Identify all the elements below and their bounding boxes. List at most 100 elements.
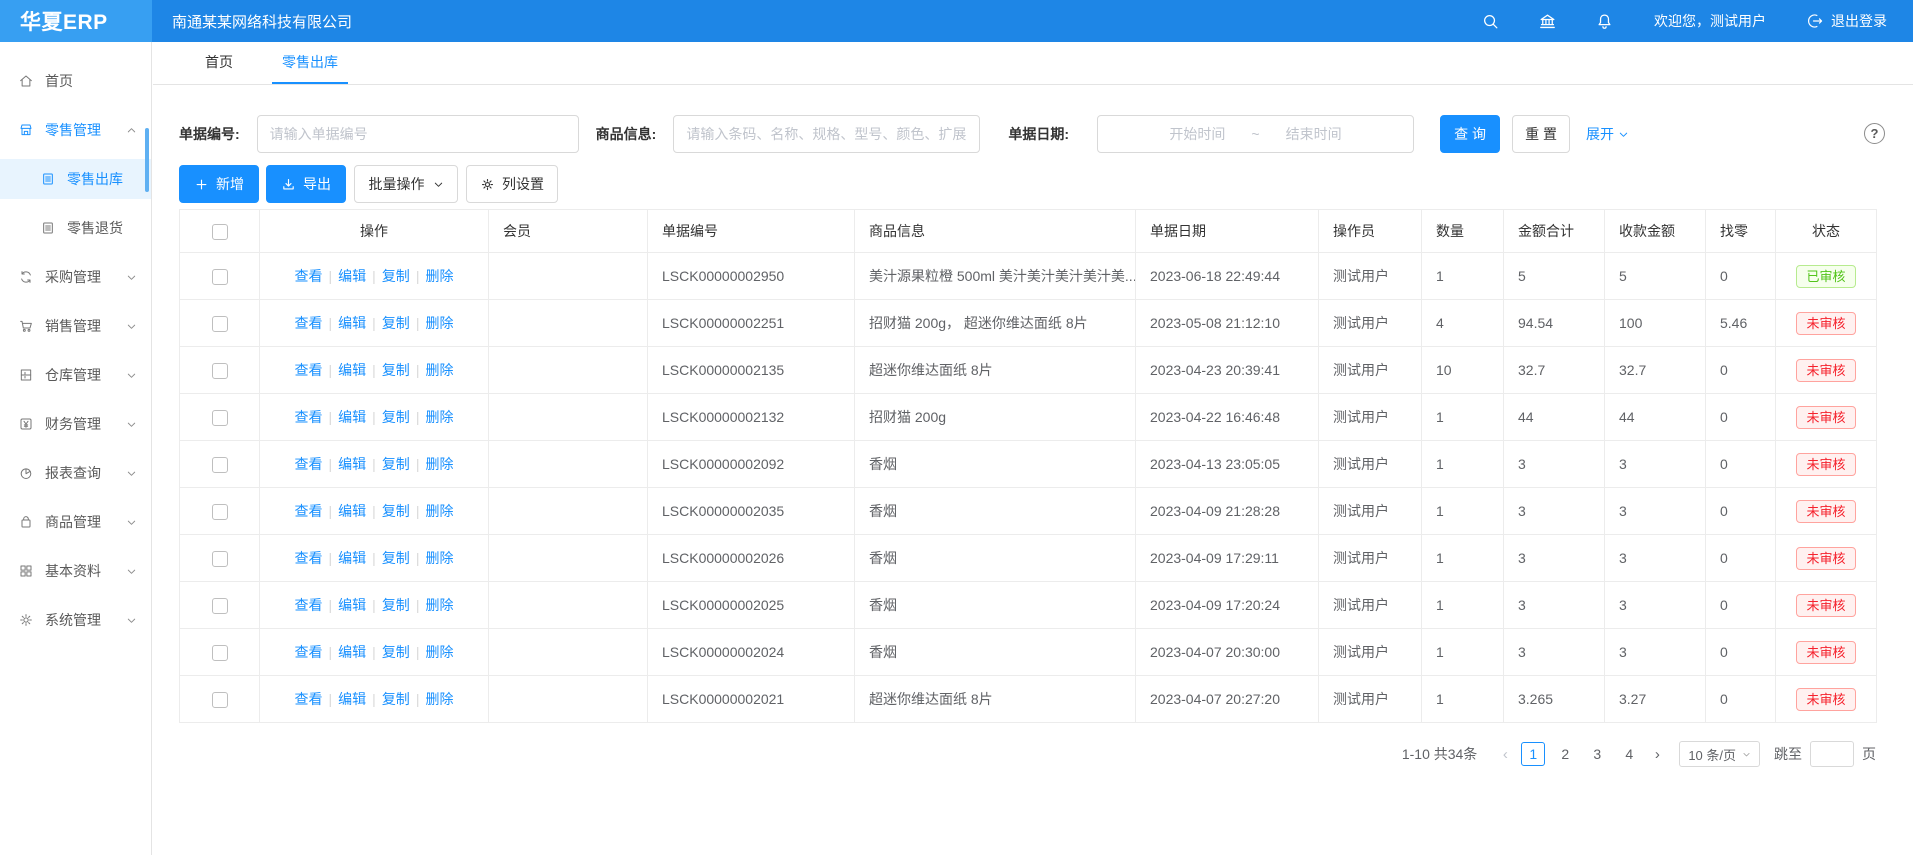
row-action-delete[interactable]: 删除 [425,456,453,472]
bell-icon[interactable] [1595,12,1614,31]
bill-no-input[interactable] [257,115,579,153]
download-icon [281,177,296,192]
batch-actions-button[interactable]: 批量操作 [354,165,458,203]
row-action-delete[interactable]: 删除 [425,315,453,331]
sidebar-scrollbar[interactable] [145,128,149,192]
row-checkbox[interactable] [212,692,228,708]
row-action-copy[interactable]: 复制 [382,644,410,660]
jump-page-input[interactable] [1810,741,1854,767]
row-action-delete[interactable]: 删除 [425,550,453,566]
row-checkbox[interactable] [212,410,228,426]
page-button-2[interactable]: 2 [1553,742,1577,766]
row-action-copy[interactable]: 复制 [382,315,410,331]
sidebar-item-system[interactable]: 系统管理 [0,600,151,640]
row-checkbox[interactable] [212,269,228,285]
column-header: 单据日期 [1136,210,1319,253]
row-checkbox[interactable] [212,551,228,567]
row-action-delete[interactable]: 删除 [425,409,453,425]
row-action-copy[interactable]: 复制 [382,691,410,707]
page-button-3[interactable]: 3 [1585,742,1609,766]
row-action-view[interactable]: 查看 [295,409,323,425]
export-button[interactable]: 导出 [266,165,346,203]
row-checkbox[interactable] [212,598,228,614]
search-icon[interactable] [1481,12,1500,31]
row-action-copy[interactable]: 复制 [382,550,410,566]
column-settings-button[interactable]: 列设置 [466,165,558,203]
sidebar-item-report[interactable]: 报表查询 [0,453,151,493]
sidebar-item-home[interactable]: 首页 [0,61,151,101]
sidebar-item-sale[interactable]: 销售管理 [0,306,151,346]
next-page-button[interactable]: › [1645,742,1669,766]
row-action-delete[interactable]: 删除 [425,268,453,284]
tab-1[interactable]: 零售出库 [272,42,348,84]
sidebar-item-goods[interactable]: 商品管理 [0,502,151,542]
row-action-view[interactable]: 查看 [295,456,323,472]
row-action-edit[interactable]: 编辑 [338,362,366,378]
row-action-view[interactable]: 查看 [295,644,323,660]
chevron-down-icon [126,517,137,528]
row-action-delete[interactable]: 删除 [425,691,453,707]
sidebar-item-basic[interactable]: 基本资料 [0,551,151,591]
sidebar-item-retail[interactable]: 零售管理 [0,110,151,150]
table-row: 查看|编辑|复制|删除LSCK00000002021超迷你维达面纸 8片2023… [180,676,1877,723]
row-action-edit[interactable]: 编辑 [338,597,366,613]
row-action-view[interactable]: 查看 [295,691,323,707]
status-badge: 未审核 [1796,500,1855,523]
bank-icon[interactable] [1538,12,1557,31]
row-checkbox[interactable] [212,457,228,473]
expand-link[interactable]: 展开 [1586,124,1629,144]
logout-button[interactable]: 退出登录 [1806,11,1887,31]
sidebar-subitem-retail-out[interactable]: 零售出库 [0,159,151,199]
row-checkbox[interactable] [212,504,228,520]
row-action-copy[interactable]: 复制 [382,503,410,519]
cell-operator: 测试用户 [1319,253,1422,300]
prev-page-button[interactable]: ‹ [1493,742,1517,766]
row-checkbox[interactable] [212,363,228,379]
sidebar-item-warehouse[interactable]: 仓库管理 [0,355,151,395]
row-action-view[interactable]: 查看 [295,597,323,613]
row-action-view[interactable]: 查看 [295,550,323,566]
cell-paid: 44 [1605,394,1706,441]
row-action-edit[interactable]: 编辑 [338,550,366,566]
row-action-view[interactable]: 查看 [295,315,323,331]
row-checkbox[interactable] [212,645,228,661]
row-action-edit[interactable]: 编辑 [338,456,366,472]
row-action-edit[interactable]: 编辑 [338,691,366,707]
row-action-copy[interactable]: 复制 [382,597,410,613]
row-action-copy[interactable]: 复制 [382,362,410,378]
row-action-copy[interactable]: 复制 [382,268,410,284]
row-action-edit[interactable]: 编辑 [338,315,366,331]
row-action-edit[interactable]: 编辑 [338,644,366,660]
row-action-edit[interactable]: 编辑 [338,409,366,425]
page-size-select[interactable]: 10 条/页 [1679,741,1760,767]
row-action-delete[interactable]: 删除 [425,644,453,660]
status-badge: 已审核 [1796,265,1855,288]
page-button-1[interactable]: 1 [1521,742,1545,766]
search-button[interactable]: 查 询 [1440,115,1500,153]
reset-button[interactable]: 重 置 [1512,115,1570,153]
cell-bill-no: LSCK00000002950 [648,253,855,300]
page-button-4[interactable]: 4 [1617,742,1641,766]
cell-date: 2023-06-18 22:49:44 [1136,253,1319,300]
goods-input[interactable] [673,115,980,153]
gear-icon [480,177,495,192]
row-action-view[interactable]: 查看 [295,503,323,519]
sidebar-subitem-retail-return[interactable]: 零售退货 [0,208,151,248]
sidebar-item-purchase[interactable]: 采购管理 [0,257,151,297]
tab-0[interactable]: 首页 [195,42,243,84]
row-action-delete[interactable]: 删除 [425,503,453,519]
help-icon[interactable]: ? [1864,123,1885,144]
add-button[interactable]: 新增 [179,165,259,203]
date-range-input[interactable]: 开始时间 ~ 结束时间 [1097,115,1414,153]
sidebar-item-finance[interactable]: 财务管理 [0,404,151,444]
row-action-delete[interactable]: 删除 [425,597,453,613]
select-all-checkbox[interactable] [212,224,228,240]
row-action-view[interactable]: 查看 [295,268,323,284]
row-checkbox[interactable] [212,316,228,332]
row-action-copy[interactable]: 复制 [382,409,410,425]
row-action-copy[interactable]: 复制 [382,456,410,472]
row-action-delete[interactable]: 删除 [425,362,453,378]
row-action-view[interactable]: 查看 [295,362,323,378]
row-action-edit[interactable]: 编辑 [338,268,366,284]
row-action-edit[interactable]: 编辑 [338,503,366,519]
